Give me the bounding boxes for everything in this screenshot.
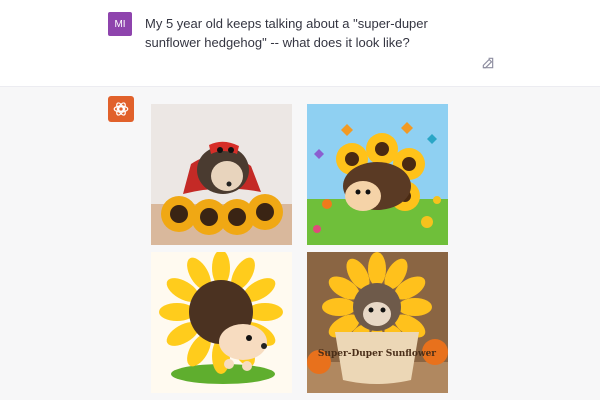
pot-text: Super-Duper Sunflower [318,349,436,359]
assistant-avatar [108,96,134,122]
generated-image-1[interactable] [151,104,292,245]
generated-image-3[interactable] [151,252,292,393]
edit-icon[interactable] [481,56,495,70]
user-message: MI My 5 year old keeps talking about a "… [0,0,600,87]
generated-image-2[interactable] [307,104,448,245]
openai-logo-icon [113,102,129,116]
user-avatar: MI [108,12,132,36]
user-message-text: My 5 year old keeps talking about a "sup… [145,16,428,50]
generated-image-4[interactable]: Super-Duper Sunflower [307,252,448,393]
